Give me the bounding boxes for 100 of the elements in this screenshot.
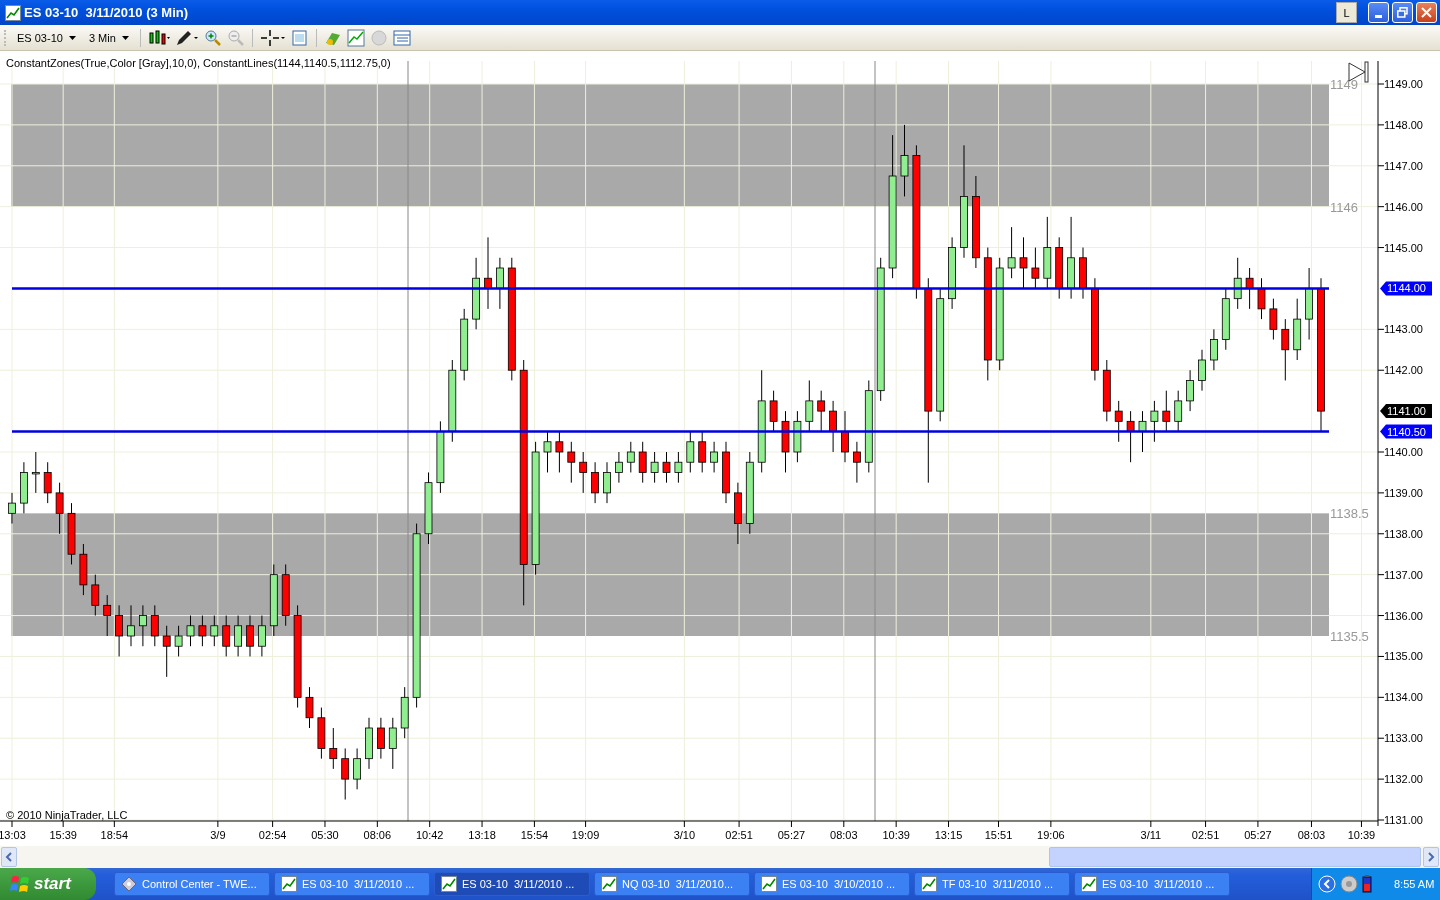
time-axis-label: 08:03 xyxy=(830,829,858,841)
taskbar-button[interactable]: NQ 03-10 3/11/2010... xyxy=(594,872,750,896)
restore-button[interactable] xyxy=(1392,2,1413,23)
taskbar-button[interactable]: TF 03-10 3/11/2010 ... xyxy=(914,872,1070,896)
candle xyxy=(246,615,254,657)
candle xyxy=(198,615,207,647)
scroll-left-button[interactable] xyxy=(1,847,17,867)
time-axis-label: 3/11 xyxy=(1140,829,1162,841)
candle xyxy=(734,482,742,545)
instrument-dropdown[interactable]: ES 03-10 xyxy=(13,31,80,44)
scrollbar-thumb[interactable] xyxy=(1049,847,1421,867)
taskbar-button[interactable]: ES 03-10 3/11/2010 ... xyxy=(434,872,590,896)
candle xyxy=(162,625,171,678)
candle xyxy=(91,574,100,617)
link-button[interactable]: L xyxy=(1336,2,1357,23)
time-axis-label: 02:51 xyxy=(1191,829,1220,841)
price-marker-label: 1144.00 xyxy=(1387,282,1426,295)
candlestick-icon[interactable] xyxy=(147,28,170,47)
price-tick-label: 1131.00 xyxy=(1384,814,1423,826)
candle xyxy=(186,615,195,647)
candle xyxy=(1007,226,1016,279)
candle xyxy=(638,441,647,484)
candle xyxy=(1233,257,1242,310)
candle xyxy=(1293,298,1302,361)
candle xyxy=(388,717,397,770)
time-axis-label: 13:18 xyxy=(468,829,496,841)
taskbar-button[interactable]: Control Center - TWE... xyxy=(114,872,270,896)
candle xyxy=(281,563,290,627)
candle xyxy=(1126,410,1135,463)
price-tick-label: 1134.00 xyxy=(1384,691,1423,704)
candle xyxy=(258,615,266,657)
data-box-icon[interactable] xyxy=(392,28,411,47)
candle xyxy=(79,543,88,596)
candle xyxy=(31,451,40,494)
time-axis-label: 15:51 xyxy=(984,829,1013,841)
chevron-icon[interactable] xyxy=(1318,875,1336,893)
candle xyxy=(603,461,611,504)
price-tick-label: 1140.00 xyxy=(1384,446,1423,458)
close-button[interactable] xyxy=(1416,2,1437,23)
start-button[interactable]: start xyxy=(0,868,96,900)
candle xyxy=(365,717,373,770)
candle xyxy=(377,717,385,760)
chart-icon xyxy=(921,876,937,892)
interval-dropdown[interactable]: 3 Min xyxy=(84,31,133,44)
price-tick-label: 1132.00 xyxy=(1384,773,1423,786)
copyright-text: © 2010 NinjaTrader, LLC xyxy=(6,809,128,821)
zone-label: 1138.5 xyxy=(1330,506,1369,522)
candle xyxy=(400,686,409,739)
price-tick-label: 1136.00 xyxy=(1384,609,1423,622)
price-tick-label: 1149.00 xyxy=(1384,78,1423,90)
close-icon xyxy=(1421,7,1432,18)
candle xyxy=(686,431,695,473)
caret-icon xyxy=(68,35,76,40)
chart-icon xyxy=(761,876,777,892)
price-tick-label: 1135.00 xyxy=(1384,650,1423,663)
minimize-button[interactable] xyxy=(1368,2,1389,23)
battery-icon[interactable] xyxy=(1362,875,1372,893)
scroll-right-button[interactable] xyxy=(1423,847,1439,867)
properties-icon[interactable] xyxy=(290,28,309,47)
time-axis-label: 18:54 xyxy=(100,829,129,841)
indicator-label: ConstantZones(True,Color [Gray],10,0), ConstantLines(1144,1140.5,1112.75,0) xyxy=(6,57,391,69)
candle xyxy=(698,431,707,473)
crosshair-icon[interactable] xyxy=(259,28,286,47)
candle xyxy=(1019,236,1028,289)
time-axis-label: 08:03 xyxy=(1297,829,1326,841)
taskbar-button[interactable]: ES 03-10 3/11/2010 ... xyxy=(1074,872,1230,896)
candle xyxy=(853,441,861,484)
candle xyxy=(722,441,730,504)
candle xyxy=(1114,400,1123,443)
candle xyxy=(1186,369,1194,412)
time-axis-label: 02:51 xyxy=(725,829,753,841)
candle xyxy=(1269,298,1278,341)
candle xyxy=(8,492,16,525)
disc-icon[interactable] xyxy=(1340,875,1358,893)
candle xyxy=(1150,400,1159,443)
candle xyxy=(781,410,790,473)
time-axis-label: 3/10 xyxy=(673,829,696,841)
indicator-icon[interactable] xyxy=(346,28,365,47)
candle xyxy=(353,747,361,790)
chevron-left-icon xyxy=(5,852,13,862)
zone-label: 1135.5 xyxy=(1330,629,1369,644)
time-axis-label: 10:39 xyxy=(882,829,910,841)
candle xyxy=(793,410,802,463)
time-axis-label: 05:27 xyxy=(777,829,806,841)
candle xyxy=(317,707,326,760)
candle xyxy=(1221,287,1230,351)
time-axis-label: 13:15 xyxy=(934,829,963,841)
candle xyxy=(829,400,837,453)
candle xyxy=(579,451,588,494)
zoom-in-icon[interactable] xyxy=(203,28,222,47)
candle xyxy=(1281,318,1290,381)
candle xyxy=(174,625,183,657)
candle xyxy=(150,604,159,647)
candle xyxy=(305,686,314,729)
candle xyxy=(1174,390,1183,433)
taskbar-button[interactable]: ES 03-10 3/10/2010 ... xyxy=(754,872,910,896)
pencil-icon[interactable] xyxy=(174,28,199,47)
taskbar-button[interactable]: ES 03-10 3/11/2010 ... xyxy=(274,872,430,896)
chart-icon xyxy=(1081,876,1097,892)
chart-icon xyxy=(281,876,297,892)
